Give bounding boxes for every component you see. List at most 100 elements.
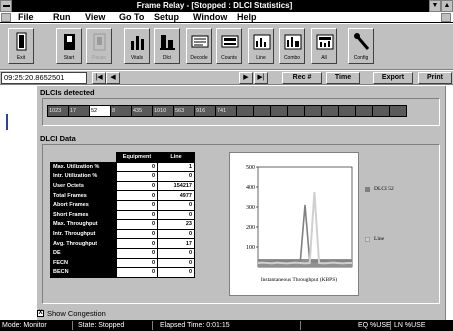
- combo-icon: [284, 34, 302, 50]
- counts-button[interactable]: Counts: [216, 28, 242, 64]
- dlci-cell-empty: [270, 105, 288, 117]
- y-tick-label: 200: [246, 225, 255, 231]
- status-divider: [300, 321, 301, 330]
- menu-file[interactable]: File: [18, 12, 34, 23]
- minimize-icon[interactable]: ▼: [429, 0, 441, 12]
- start-icon: [64, 34, 75, 50]
- menu-run[interactable]: Run: [53, 12, 71, 23]
- dlci-icon: [160, 35, 175, 50]
- stat-label: Max. Utilization %: [50, 161, 117, 173]
- vitals-button[interactable]: Vitals: [124, 28, 150, 64]
- table-row: BECN 0 0: [50, 267, 195, 278]
- equipment-column-header: Equipment: [116, 152, 158, 163]
- dlci-cell[interactable]: 916: [194, 105, 216, 117]
- navigation-strip: 09:25:20.8652501 |◀ ◀ ▶ ▶| Rec # Time Ex…: [0, 71, 453, 85]
- table-row: Abort Frames 0 0: [50, 199, 195, 211]
- equipment-value: 0: [116, 267, 158, 278]
- menu-view[interactable]: View: [85, 12, 105, 23]
- vertical-scrollbar[interactable]: [445, 86, 453, 320]
- combo-button[interactable]: Combo: [279, 28, 305, 64]
- line-icon: [253, 34, 271, 50]
- equipment-value: 0: [116, 171, 158, 182]
- line-value: 154217: [157, 180, 195, 192]
- table-row: Intr. Throughput 0 0: [50, 228, 195, 240]
- dlci-cell[interactable]: 8: [110, 105, 132, 117]
- dlci-cell[interactable]: 17: [68, 105, 90, 117]
- time-button[interactable]: Time: [326, 72, 360, 84]
- last-record-button[interactable]: ▶|: [254, 72, 268, 84]
- status-mode: Mode: Monitor: [2, 322, 47, 329]
- document-menu-icon[interactable]: [1, 13, 11, 22]
- dlci-cell[interactable]: 1010: [152, 105, 174, 117]
- dlci-cell-selected[interactable]: 52: [89, 105, 111, 117]
- menu-window[interactable]: Window: [193, 12, 227, 23]
- stat-label: Max. Throughput: [50, 219, 117, 230]
- dlci-list: 1023 17 52 8 435 1010 563 916 741: [47, 105, 407, 117]
- maximize-icon[interactable]: ▲: [441, 0, 453, 12]
- status-state: State: Stopped: [78, 322, 125, 329]
- pause-button[interactable]: Pause: [86, 28, 112, 64]
- line-value: 1: [157, 161, 195, 173]
- legend-label-line: Line: [374, 236, 385, 242]
- title-bar: Frame Relay - [Stopped : DLCI Statistics…: [0, 0, 453, 12]
- previous-record-button[interactable]: ◀: [106, 72, 120, 84]
- stat-label: Intr. Throughput: [50, 228, 117, 240]
- stat-label: Short Frames: [50, 209, 117, 221]
- dlci-cell[interactable]: 435: [131, 105, 153, 117]
- first-record-button[interactable]: |◀: [92, 72, 106, 84]
- table-row: FECN 0 0: [50, 257, 195, 269]
- table-row: Max. Throughput 0 23: [50, 219, 195, 230]
- line-value: 0: [157, 171, 195, 182]
- decode-button[interactable]: Decode: [186, 28, 212, 64]
- timestamp-field[interactable]: 09:25:20.8652501: [1, 72, 87, 84]
- menu-setup[interactable]: Setup: [154, 12, 179, 23]
- throughput-chart: 500 400 300 200 100 Instantaneous Throughput …: [229, 152, 359, 296]
- menu-go-to[interactable]: Go To: [119, 12, 144, 23]
- equipment-value: 0: [116, 228, 158, 240]
- dlci-cell[interactable]: 563: [173, 105, 195, 117]
- all-button[interactable]: All: [311, 28, 337, 64]
- line-column-header: Line: [157, 152, 195, 163]
- dlci-cell-empty: [389, 105, 407, 117]
- status-divider: [72, 321, 73, 330]
- line-button[interactable]: Line: [248, 28, 274, 64]
- toolbar: Exit Start Pause Vitals Dlci Decode Coun…: [0, 24, 453, 70]
- table-row: Short Frames 0 0: [50, 209, 195, 221]
- table-row: DE 0 0: [50, 247, 195, 259]
- record-number-button[interactable]: Rec #: [282, 72, 322, 84]
- legend-label-dlci: DLCI 52: [374, 186, 394, 192]
- stat-label: Total Frames: [50, 190, 117, 201]
- counts-icon: [221, 35, 239, 48]
- export-button[interactable]: Export: [373, 72, 413, 84]
- status-divider: [152, 321, 153, 330]
- line-value: 17: [157, 238, 195, 249]
- line-value: 0: [157, 209, 195, 221]
- exit-button[interactable]: Exit: [8, 28, 34, 64]
- dlci-cell[interactable]: 741: [215, 105, 237, 117]
- restore-icon[interactable]: [441, 13, 451, 22]
- dlci-stats-table: Equipment Line Max. Utilization % 0 1 Intr.…: [50, 152, 195, 278]
- stat-label: FECN: [50, 257, 117, 269]
- next-record-button[interactable]: ▶: [239, 72, 253, 84]
- config-button[interactable]: Config: [348, 28, 374, 64]
- equipment-value: 0: [116, 199, 158, 211]
- decode-icon: [191, 35, 209, 48]
- line-value: 4977: [157, 190, 195, 201]
- show-congestion-label: Show Congestion: [47, 309, 106, 318]
- show-congestion-checkbox[interactable]: X: [37, 310, 44, 317]
- exit-icon: [16, 32, 27, 51]
- start-button[interactable]: Start: [56, 28, 82, 64]
- print-button[interactable]: Print: [418, 72, 452, 84]
- table-row: User Octets 0 154217: [50, 180, 195, 192]
- left-gutter: [0, 86, 37, 320]
- line-value: 23: [157, 219, 195, 230]
- dlci-cell-empty: [321, 105, 339, 117]
- menu-help[interactable]: Help: [237, 12, 257, 23]
- y-tick-label: 400: [246, 185, 255, 191]
- plot-area: [257, 166, 353, 268]
- dlci-button[interactable]: Dlci: [154, 28, 180, 64]
- dlci-cell[interactable]: 1023: [47, 105, 69, 117]
- table-row: Avg. Throughput 0 17: [50, 238, 195, 249]
- line-value: 0: [157, 247, 195, 259]
- y-tick-label: 100: [246, 245, 255, 251]
